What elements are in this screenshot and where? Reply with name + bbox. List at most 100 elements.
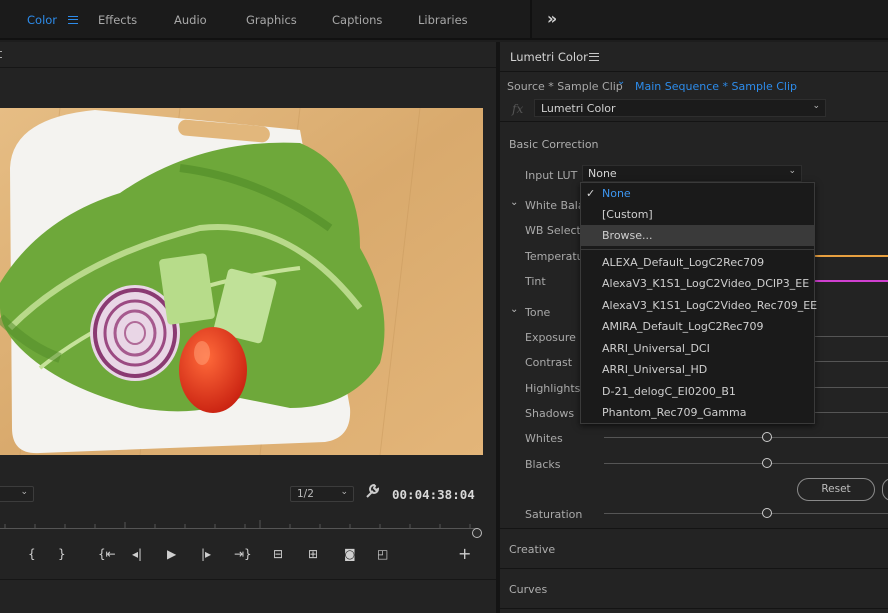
workspace-tab-audio[interactable]: Audio: [174, 13, 207, 27]
whites-slider[interactable]: [604, 437, 888, 438]
monitor-menu-icon[interactable]: [0, 51, 2, 58]
more-workspaces-icon[interactable]: ››: [547, 9, 557, 28]
go-to-out-icon[interactable]: ⇥}: [234, 547, 252, 563]
lut-option-label: Browse...: [602, 229, 653, 242]
lut-option-amira-default[interactable]: AMIRA_Default_LogC2Rec709: [581, 316, 814, 337]
lut-option-label: [Custom]: [602, 208, 653, 221]
effect-dropdown[interactable]: Lumetri Color ⌄: [534, 99, 826, 117]
lut-option-alexav3-rec709[interactable]: AlexaV3_K1S1_LogC2Video_Rec709_EE: [581, 295, 818, 316]
section-curves[interactable]: Curves: [509, 583, 547, 596]
white-balance-twisty-icon[interactable]: ⌄: [510, 197, 518, 208]
lut-option-label: Phantom_Rec709_Gamma: [602, 406, 747, 419]
tone-label[interactable]: Tone: [525, 306, 550, 319]
playhead-knob[interactable]: [472, 528, 482, 538]
menu-separator: [581, 249, 814, 250]
lut-option-label: AlexaV3_K1S1_LogC2Video_DCIP3_EE: [602, 277, 810, 290]
lut-option-none[interactable]: ✓ None: [581, 183, 814, 204]
compare-view-icon[interactable]: ◰: [377, 547, 388, 563]
highlights-label: Highlights: [525, 382, 581, 395]
whites-label: Whites: [525, 432, 563, 445]
panel-title[interactable]: Lumetri Color: [510, 50, 588, 64]
reset-button[interactable]: Reset: [797, 478, 875, 501]
lut-option-alexa-default[interactable]: ALEXA_Default_LogC2Rec709: [581, 252, 814, 273]
panel-tab: Lumetri Color: [500, 42, 888, 72]
chevron-down-icon: ⌄: [340, 487, 348, 497]
sequence-clip-label[interactable]: Main Sequence * Sample Clip: [635, 80, 797, 93]
chevron-down-icon[interactable]: ⌄: [617, 76, 625, 87]
export-frame-icon[interactable]: ◙: [344, 547, 356, 563]
lut-option-label: ALEXA_Default_LogC2Rec709: [602, 256, 765, 269]
blacks-slider[interactable]: [604, 463, 888, 464]
resolution-dropdown[interactable]: 1/2 ⌄: [290, 486, 354, 502]
saturation-slider-knob[interactable]: [762, 508, 772, 518]
workspace-tab-color[interactable]: Color: [27, 13, 57, 27]
lut-option-label: D-21_delogC_EI0200_B1: [602, 385, 736, 398]
fx-badge[interactable]: fx: [512, 102, 523, 116]
lut-option-label: ARRI_Universal_DCI: [602, 342, 710, 355]
fit-dropdown[interactable]: ⌄: [0, 486, 34, 502]
play-icon[interactable]: ▶: [167, 547, 176, 563]
workspace-divider: [530, 0, 532, 40]
add-icon[interactable]: +: [458, 544, 471, 563]
program-monitor: ⌄ 1/2 ⌄ 00:04:38:04 { } {⇤ ◂| ▶ |▸ ⇥} ⊟ …: [0, 42, 496, 613]
tint-label: Tint: [525, 275, 546, 288]
workspace-bar: Color Effects Audio Graphics Captions Li…: [0, 0, 888, 40]
wrench-icon[interactable]: [364, 483, 380, 499]
workspace-menu-icon[interactable]: [68, 16, 78, 24]
whites-slider-knob[interactable]: [762, 432, 772, 442]
step-back-icon[interactable]: ◂|: [132, 547, 142, 563]
monitor-header: [0, 42, 496, 68]
exposure-label: Exposure: [525, 331, 576, 344]
monitor-footer: [0, 579, 496, 613]
contrast-label: Contrast: [525, 356, 573, 369]
input-lut-value: None: [588, 167, 617, 180]
chevron-down-icon: ⌄: [20, 487, 28, 497]
lift-icon[interactable]: ⊟: [273, 547, 283, 563]
mark-in-icon[interactable]: {: [28, 547, 36, 563]
tone-twisty-icon[interactable]: ⌄: [510, 304, 518, 315]
input-lut-dropdown[interactable]: None ⌄: [582, 165, 802, 182]
section-divider: [500, 528, 888, 529]
lut-option-d21[interactable]: D-21_delogC_EI0200_B1: [581, 381, 814, 402]
section-divider: [500, 608, 888, 609]
go-to-in-icon[interactable]: {⇤: [98, 547, 116, 563]
lut-option-phantom[interactable]: Phantom_Rec709_Gamma: [581, 402, 814, 423]
time-ruler[interactable]: [0, 520, 478, 530]
chevron-down-icon: ⌄: [788, 166, 796, 176]
section-basic-correction[interactable]: Basic Correction: [509, 138, 599, 151]
lut-option-custom[interactable]: [Custom]: [581, 204, 814, 225]
workspace-tab-libraries[interactable]: Libraries: [418, 13, 468, 27]
workspace-tab-effects[interactable]: Effects: [98, 13, 137, 27]
video-frame-image: [0, 108, 483, 455]
source-clip-label[interactable]: Source * Sample Clip: [507, 80, 623, 93]
ruler-baseline: [0, 528, 478, 529]
lut-option-label: AlexaV3_K1S1_LogC2Video_Rec709_EE: [602, 299, 818, 312]
section-divider: [500, 568, 888, 569]
lut-option-alexav3-dcip3[interactable]: AlexaV3_K1S1_LogC2Video_DCIP3_EE: [581, 273, 814, 294]
lut-option-arri-dci[interactable]: ARRI_Universal_DCI: [581, 338, 814, 359]
effect-dropdown-value: Lumetri Color: [541, 102, 616, 115]
step-forward-icon[interactable]: |▸: [201, 547, 211, 563]
playhead-timecode: 00:04:38:04: [392, 487, 475, 502]
saturation-label: Saturation: [525, 508, 583, 521]
lut-option-label: ARRI_Universal_HD: [602, 363, 708, 376]
lut-option-browse[interactable]: Browse...: [581, 225, 814, 246]
panel-menu-icon[interactable]: [589, 53, 599, 61]
shadows-label: Shadows: [525, 407, 575, 420]
lut-option-label: None: [602, 187, 631, 200]
saturation-slider[interactable]: [604, 513, 888, 514]
workspace-tab-captions[interactable]: Captions: [332, 13, 382, 27]
workspace-tab-graphics[interactable]: Graphics: [246, 13, 297, 27]
mark-out-icon[interactable]: }: [58, 547, 66, 563]
video-frame: [0, 108, 483, 455]
section-creative[interactable]: Creative: [509, 543, 555, 556]
lut-option-arri-hd[interactable]: ARRI_Universal_HD: [581, 359, 814, 380]
effect-row: fx Lumetri Color ⌄: [500, 98, 888, 122]
blacks-slider-knob[interactable]: [762, 458, 772, 468]
extract-icon[interactable]: ⊞: [308, 547, 318, 563]
input-lut-menu: ✓ None [Custom] Browse... ALEXA_Default_…: [580, 182, 818, 424]
input-lut-label: Input LUT: [525, 169, 578, 182]
resolution-value: 1/2: [297, 488, 314, 500]
lut-option-label: AMIRA_Default_LogC2Rec709: [602, 320, 764, 333]
auto-button[interactable]: [882, 478, 888, 501]
